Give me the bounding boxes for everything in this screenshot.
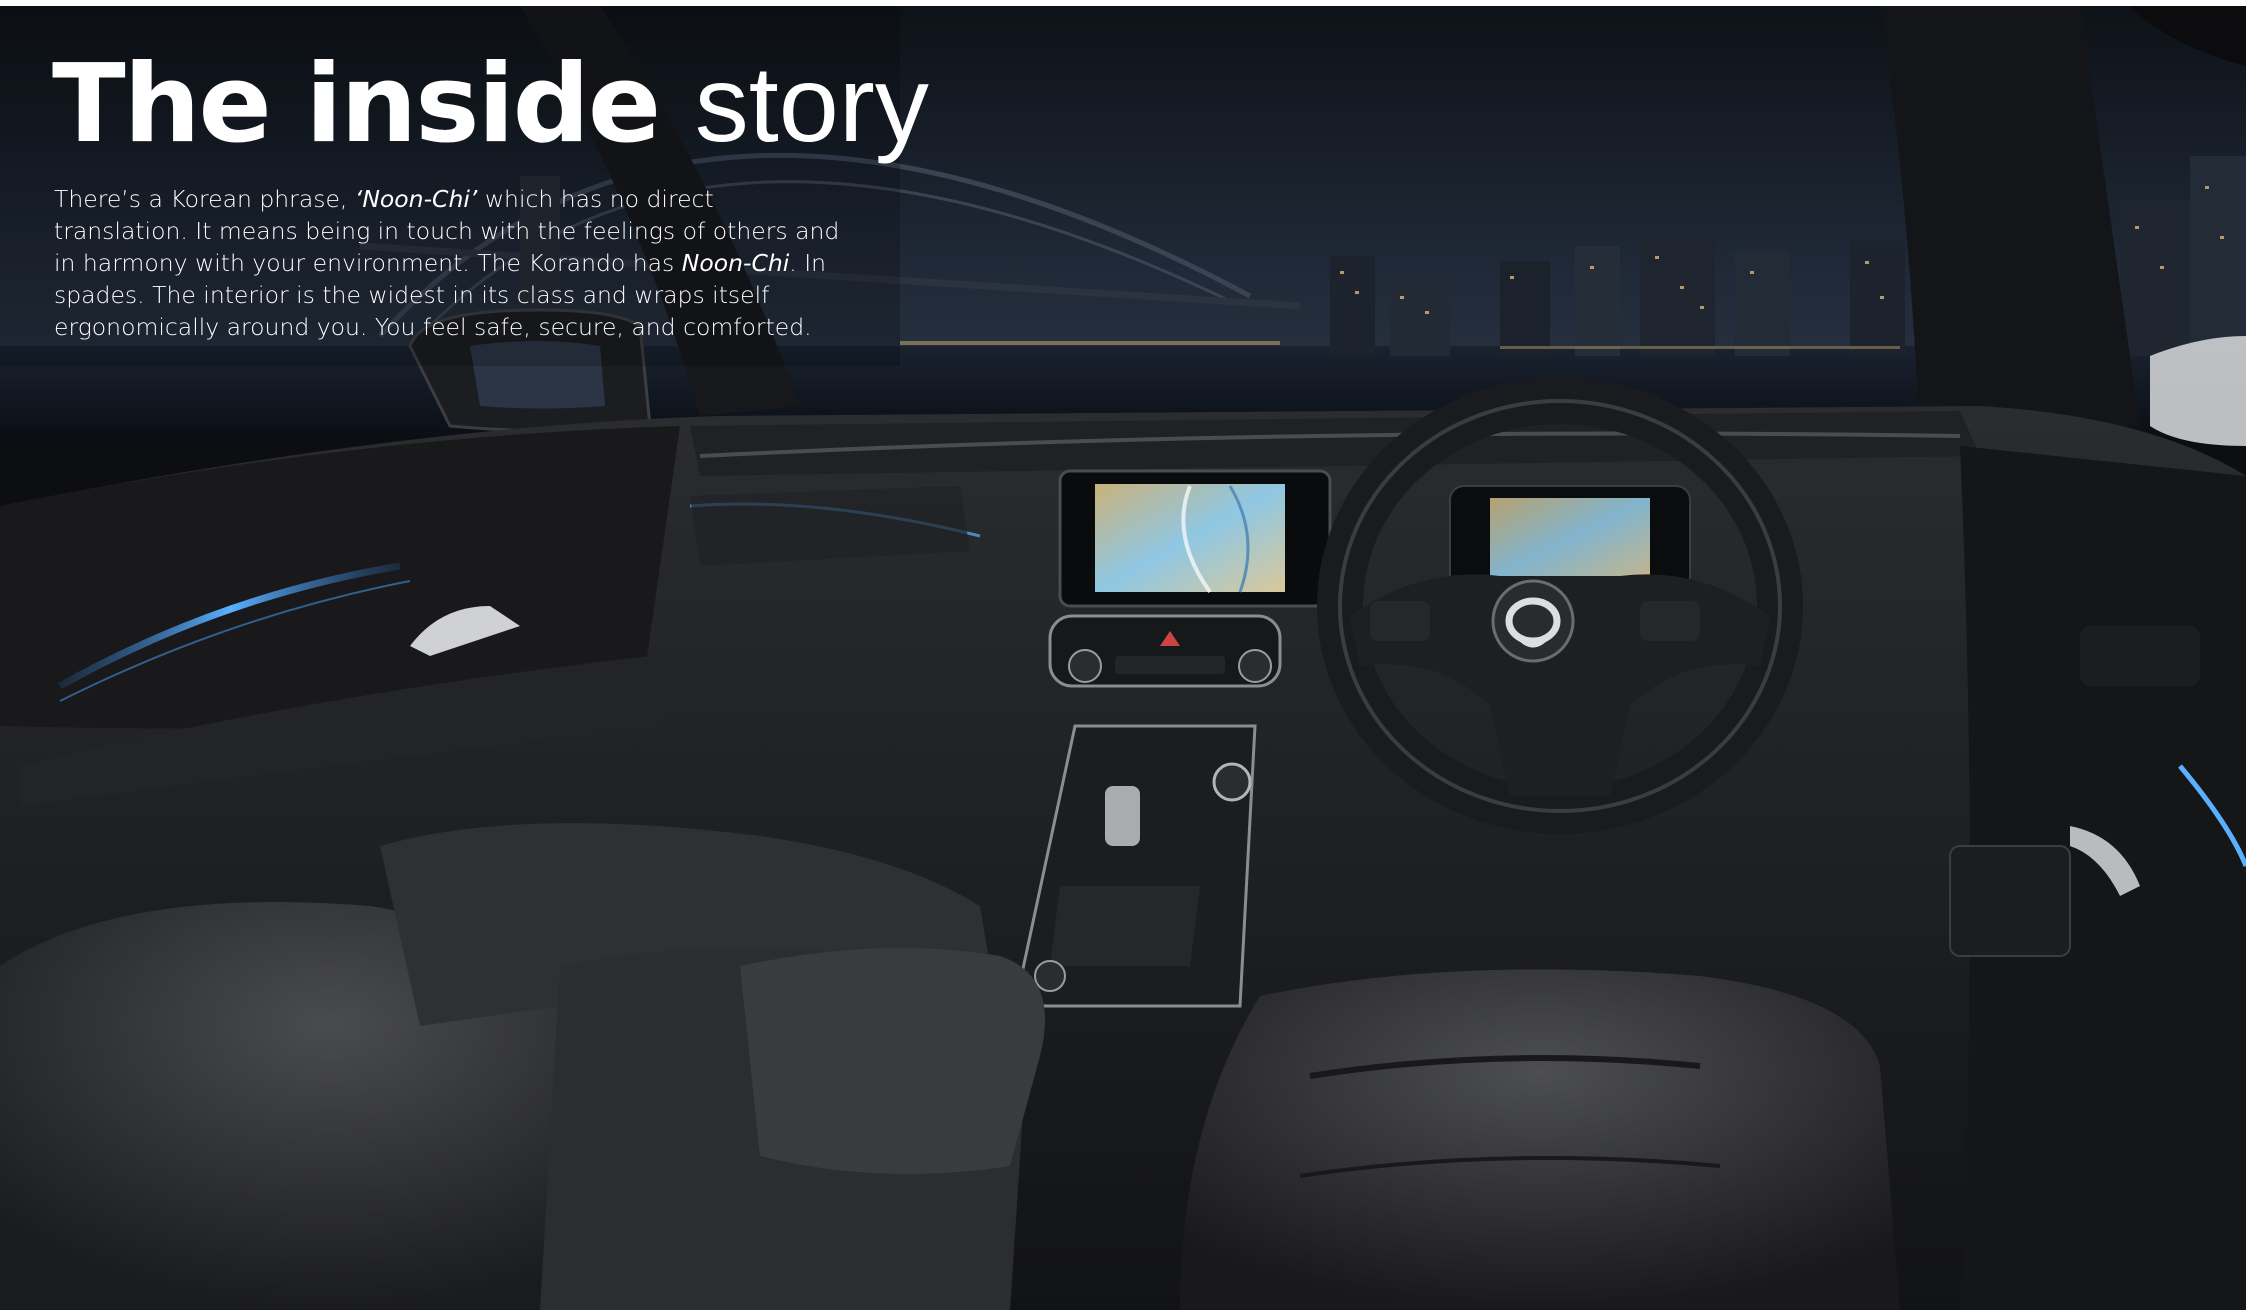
intro-text-1: There’s a Korean phrase, [54,185,355,213]
noon-chi-term: ‘Noon-Chi’ [354,185,478,213]
intro-paragraph: There’s a Korean phrase, ‘Noon-Chi’ whic… [54,183,854,343]
infotainment-screen [1058,469,1332,608]
page-title: The inside story [52,50,929,159]
driver-seat [1180,969,1900,1310]
brochure-page: The inside story There’s a Korean phrase… [0,6,2246,1310]
armrest [740,948,1045,1174]
headline-light: story [694,43,929,164]
climate-panel [1048,614,1282,688]
headline-bold: The inside [52,42,661,167]
ssangyong-logo [1491,579,1575,663]
noon-chi-term-2: Noon-Chi [681,249,790,277]
right-door [1949,446,2246,1310]
